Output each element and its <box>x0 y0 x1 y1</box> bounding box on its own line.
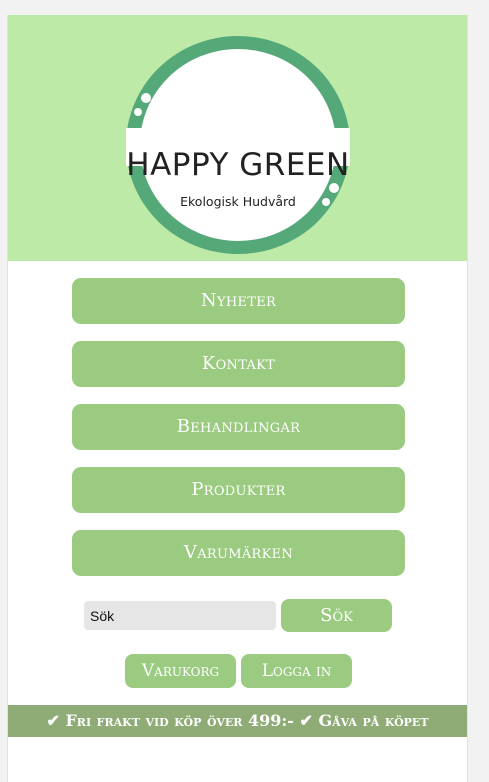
page: HAPPY GREEN Ekologisk Hudvård Nyheter Ko… <box>7 15 468 782</box>
promo-banner: ✔ Fri frakt vid köp över 499:- ✔ Gåva på… <box>8 705 467 737</box>
brand-logo[interactable]: HAPPY GREEN Ekologisk Hudvård <box>126 36 350 254</box>
search-input[interactable] <box>84 601 276 630</box>
nav-button-varumarken[interactable]: Varumärken <box>72 530 405 576</box>
logo-title: HAPPY GREEN <box>126 147 350 183</box>
header-hero: HAPPY GREEN Ekologisk Hudvård <box>8 15 467 261</box>
cart-button[interactable]: Varukorg <box>125 654 236 688</box>
nav-button-behandlingar[interactable]: Behandlingar <box>72 404 405 450</box>
search-button[interactable]: Sök <box>281 599 392 632</box>
logo-subtitle: Ekologisk Hudvård <box>180 194 296 209</box>
nav-button-kontakt[interactable]: Kontakt <box>72 341 405 387</box>
nav-button-nyheter[interactable]: Nyheter <box>72 278 405 324</box>
nav-button-produkter[interactable]: Produkter <box>72 467 405 513</box>
logo-ring-icon <box>126 36 350 254</box>
login-button[interactable]: Logga in <box>241 654 352 688</box>
